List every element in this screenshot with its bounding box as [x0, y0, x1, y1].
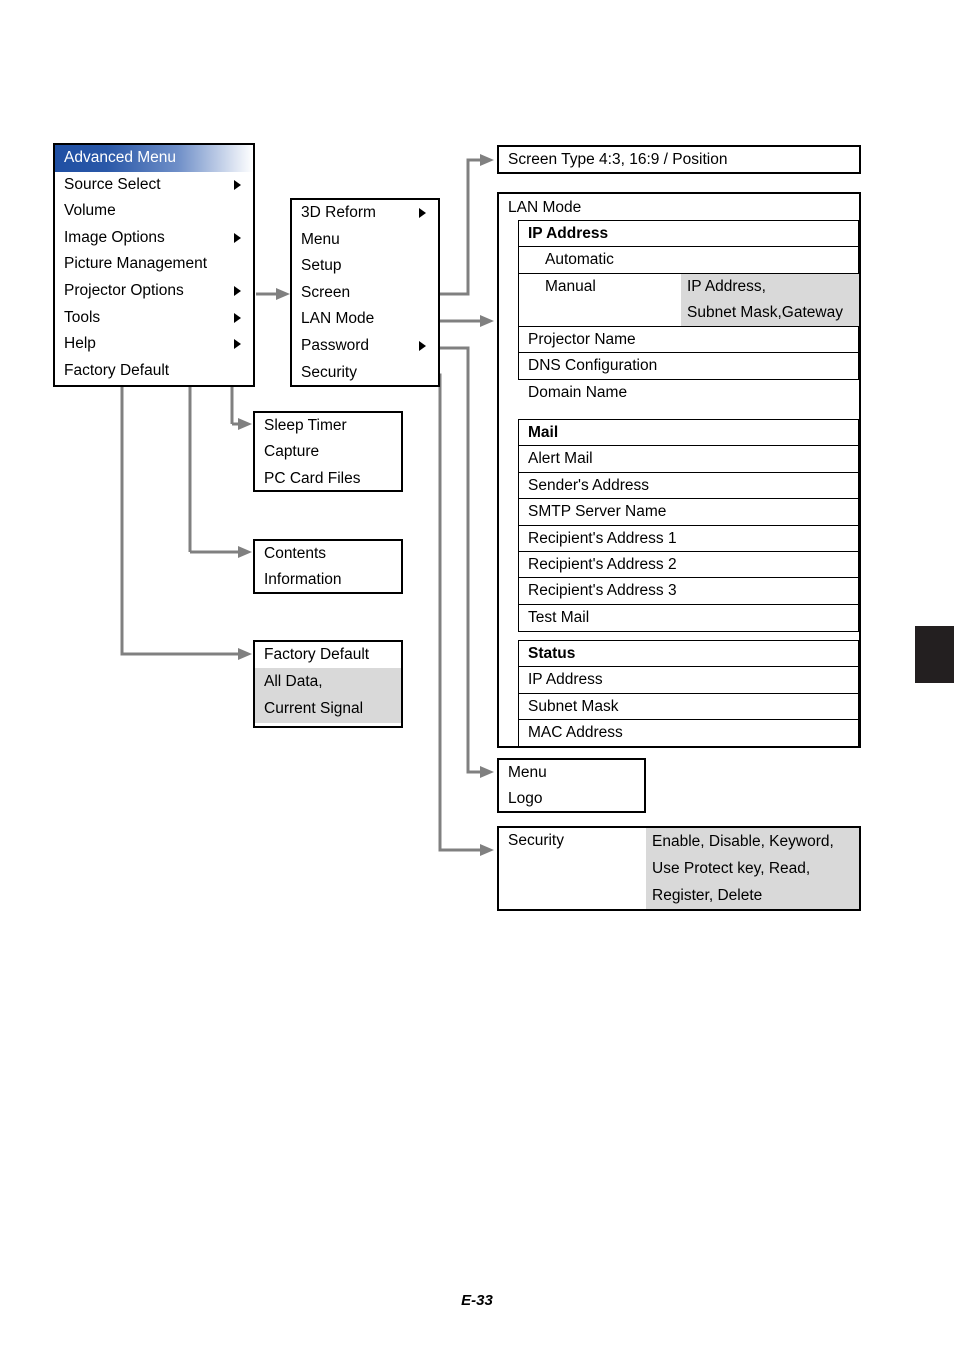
- chevron-right-icon: [234, 233, 241, 244]
- alert-mail-row[interactable]: Alert Mail: [519, 446, 858, 473]
- test-mail-row[interactable]: Test Mail: [519, 605, 858, 631]
- status-header: Status: [519, 641, 858, 668]
- senders-address-row[interactable]: Sender's Address: [519, 473, 858, 500]
- menu-item-label: Source Select: [64, 175, 161, 193]
- security-value-line-1: Enable, Disable, Keyword,: [652, 833, 834, 850]
- submenu-item-label: Security: [301, 363, 357, 381]
- submenu-item-label: LAN Mode: [301, 310, 375, 328]
- status-mac-address-row: MAC Address: [528, 724, 623, 742]
- menu-item-factory-default[interactable]: Factory Default: [55, 358, 253, 385]
- submenu-item-menu[interactable]: Menu: [292, 227, 438, 254]
- menu-item-label: Help: [64, 335, 96, 353]
- chevron-right-icon: [419, 208, 426, 219]
- security-value-line-3: Register, Delete: [652, 887, 763, 904]
- submenu-item-label: Screen: [301, 283, 351, 301]
- menu-item-image-options[interactable]: Image Options: [55, 225, 253, 252]
- help-box: Contents Information: [253, 539, 403, 594]
- chevron-right-icon: [234, 179, 241, 190]
- help-item-contents[interactable]: Contents: [255, 541, 401, 567]
- ip-address-header: IP Address: [519, 221, 858, 248]
- tools-box: Sleep Timer Capture PC Card Files: [253, 411, 403, 492]
- advanced-menu-title: Advanced Menu: [55, 145, 253, 172]
- submenu-item-setup[interactable]: Setup: [292, 253, 438, 280]
- security-values: Enable, Disable, Keyword, Use Protect ke…: [646, 828, 859, 909]
- menu-item-label: Image Options: [64, 228, 165, 246]
- advanced-menu-box: Advanced Menu Source Select Volume Image…: [53, 143, 255, 387]
- chevron-right-icon: [234, 339, 241, 350]
- menu-item-label: Projector Options: [64, 281, 184, 299]
- menu-item-projector-options[interactable]: Projector Options: [55, 278, 253, 305]
- status-subnet-mask-row: Subnet Mask: [519, 694, 858, 721]
- submenu-item-password[interactable]: Password: [292, 333, 438, 360]
- help-item-information[interactable]: Information: [255, 567, 401, 593]
- ip-address-automatic-row[interactable]: Automatic: [519, 247, 858, 274]
- chevron-right-icon: [234, 286, 241, 297]
- ip-address-manual-values: IP Address, Subnet Mask,Gateway: [681, 274, 859, 327]
- screen-type-box: Screen Type 4:3, 16:9 / Position: [497, 145, 861, 174]
- manual-value-line-2: Subnet Mask,Gateway: [687, 304, 843, 322]
- screen-type-text: Screen Type 4:3, 16:9 / Position: [508, 151, 728, 168]
- factory-default-box: Factory Default All Data, Current Signal: [253, 640, 403, 728]
- submenu-item-label: Menu: [301, 230, 340, 248]
- factory-default-value-line-1: All Data,: [255, 668, 401, 696]
- menu-item-tools[interactable]: Tools: [55, 305, 253, 332]
- chevron-right-icon: [419, 341, 426, 352]
- factory-default-value-line-2: Current Signal: [255, 695, 401, 724]
- status-ip-address-row: IP Address: [519, 667, 858, 694]
- page-number: E-33: [461, 1292, 493, 1309]
- submenu-item-label: Setup: [301, 257, 342, 275]
- smtp-server-name-row[interactable]: SMTP Server Name: [519, 499, 858, 526]
- security-value-line-2: Use Protect key, Read,: [652, 860, 811, 877]
- lan-mode-title: LAN Mode: [508, 199, 582, 216]
- menu-item-source-select[interactable]: Source Select: [55, 172, 253, 199]
- password-item-menu[interactable]: Menu: [499, 760, 644, 786]
- tools-item-sleep-timer[interactable]: Sleep Timer: [255, 413, 401, 439]
- menu-item-help[interactable]: Help: [55, 331, 253, 358]
- menu-item-picture-management[interactable]: Picture Management: [55, 251, 253, 278]
- lan-status-table: Status IP Address Subnet Mask MAC Addres…: [518, 640, 859, 747]
- menu-item-volume[interactable]: Volume: [55, 198, 253, 225]
- projector-name-row[interactable]: Projector Name: [519, 327, 858, 354]
- tools-item-capture[interactable]: Capture: [255, 439, 401, 465]
- factory-default-title: Factory Default: [264, 646, 370, 663]
- recipients-address-3-row[interactable]: Recipient's Address 3: [519, 578, 858, 605]
- menu-item-label: Picture Management: [64, 255, 208, 273]
- submenu-item-screen[interactable]: Screen: [292, 280, 438, 307]
- menu-item-label: Tools: [64, 308, 101, 326]
- tools-item-pc-card-files[interactable]: PC Card Files: [255, 466, 401, 492]
- page-edge-tab: [915, 626, 954, 683]
- manual-value-line-1: IP Address,: [687, 278, 766, 295]
- diagram-page: Advanced Menu Source Select Volume Image…: [0, 0, 954, 1348]
- password-box: Menu Logo: [497, 758, 646, 813]
- submenu-item-label: Password: [301, 336, 370, 354]
- recipients-address-1-row[interactable]: Recipient's Address 1: [519, 526, 858, 552]
- domain-name-row[interactable]: Domain Name: [519, 380, 858, 406]
- submenu-item-label: 3D Reform: [301, 204, 376, 221]
- chevron-right-icon: [234, 312, 241, 323]
- mail-header: Mail: [519, 420, 858, 447]
- menu-item-label: Volume: [64, 202, 116, 220]
- submenu-item-security[interactable]: Security: [292, 360, 438, 387]
- menu-item-label: Factory Default: [64, 361, 170, 379]
- lan-mail-table: Mail Alert Mail Sender's Address SMTP Se…: [518, 419, 859, 632]
- submenu-item-lan-mode[interactable]: LAN Mode: [292, 306, 438, 333]
- projector-options-submenu-box: 3D Reform Menu Setup Screen LAN Mode Pas…: [290, 198, 440, 387]
- ip-address-manual-label: Manual: [545, 277, 596, 295]
- recipients-address-2-row[interactable]: Recipient's Address 2: [519, 552, 858, 579]
- submenu-item-3d-reform[interactable]: 3D Reform: [292, 200, 438, 227]
- password-item-logo[interactable]: Logo: [499, 786, 644, 812]
- dns-configuration-row[interactable]: DNS Configuration: [519, 353, 858, 380]
